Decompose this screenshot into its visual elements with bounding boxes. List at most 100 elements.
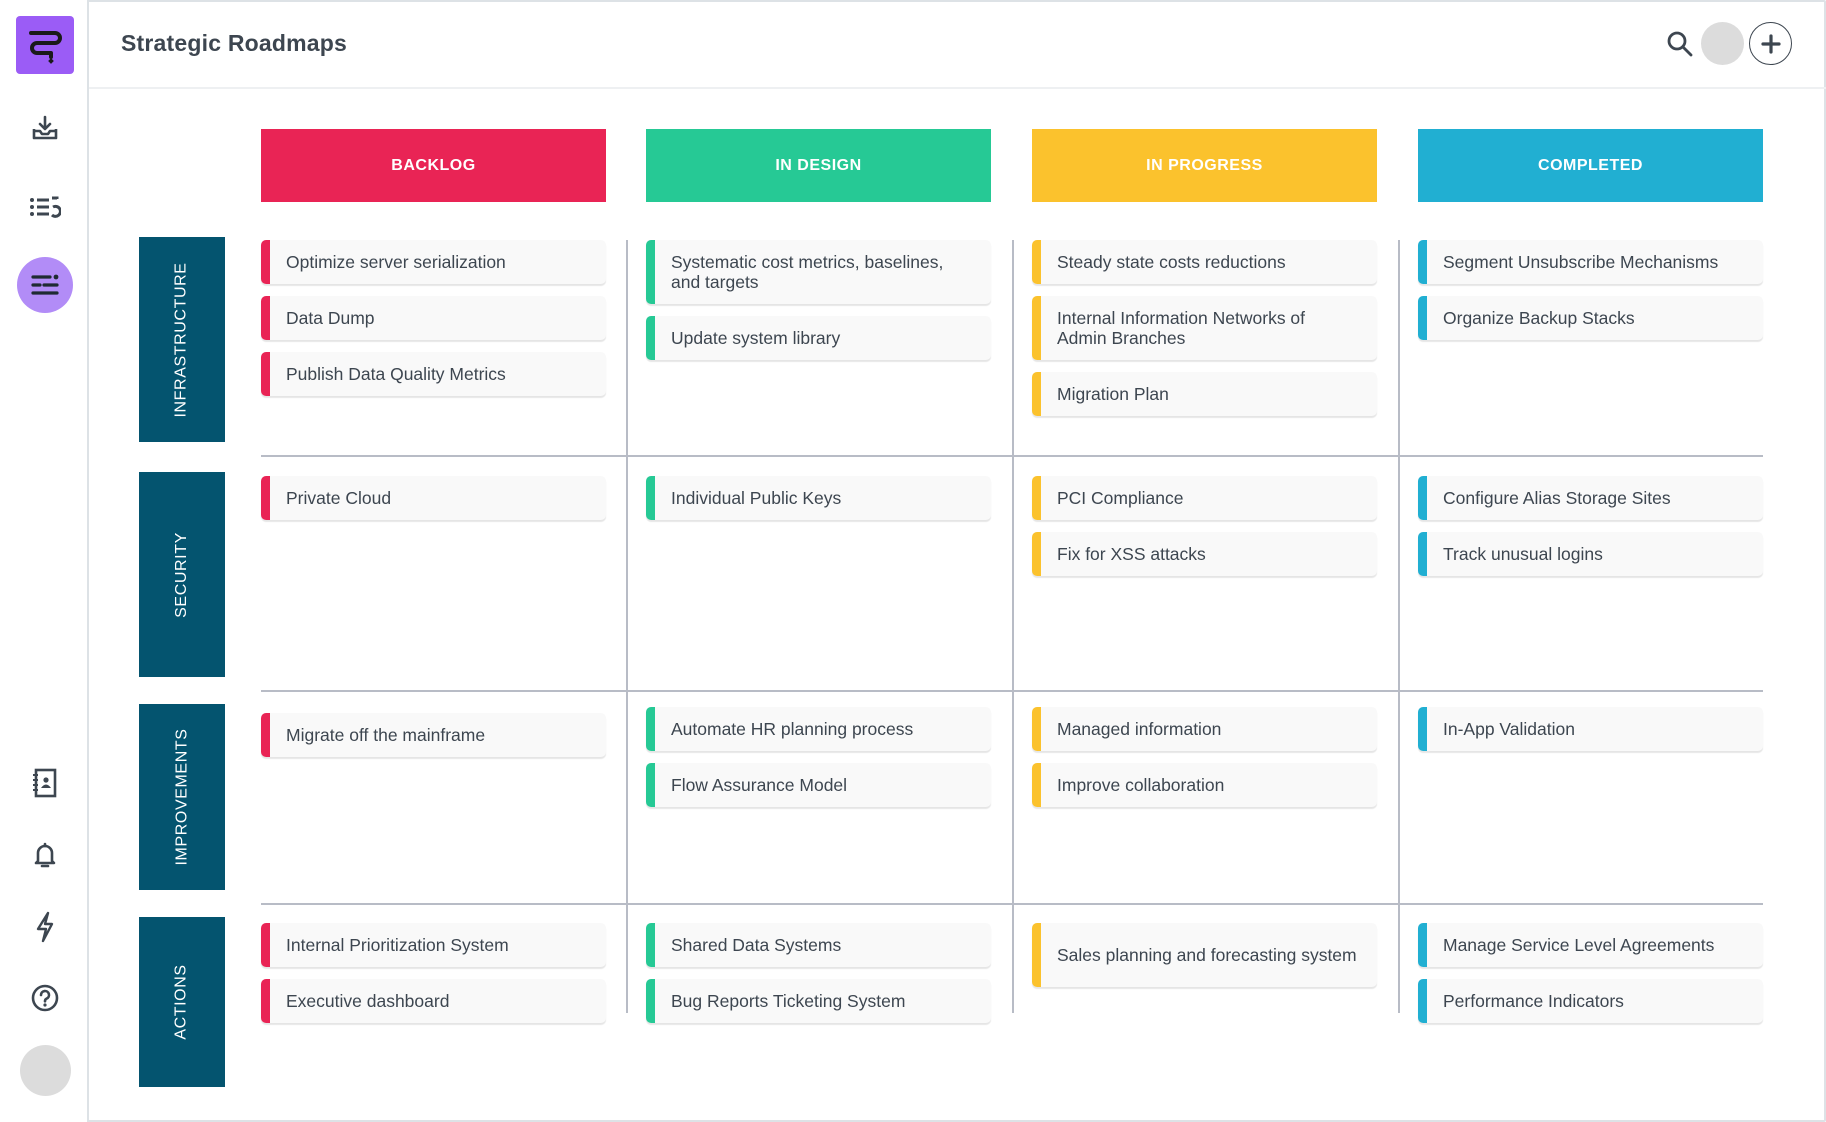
card-title: Segment Unsubscribe Mechanisms [1443,252,1719,272]
card-title: Bug Reports Ticketing System [671,991,906,1011]
row-label-text: IMPROVEMENTS [173,728,190,866]
card-title: Internal Prioritization System [286,935,509,955]
row-label-text: INFRASTRUCTURE [173,261,191,418]
column-header-completed[interactable]: COMPLETED [1418,129,1763,202]
user-avatar[interactable] [20,1045,71,1096]
card-title: Performance Indicators [1443,991,1624,1011]
roadmap-card[interactable]: Individual Public Keys [646,476,991,520]
roadmap-card[interactable]: In-App Validation [1418,707,1763,751]
sidebar-item-backlog-list[interactable] [22,184,68,230]
card-title: Flow Assurance Model [671,775,848,795]
roadmap-card[interactable]: Organize Backup Stacks [1418,296,1763,340]
column-header-backlog[interactable]: BACKLOG [261,129,606,202]
top-header: Strategic Roadmaps [89,0,1826,89]
card-title: Publish Data Quality Metrics [286,364,506,384]
roadmap-card[interactable]: Sales planning and forecasting system [1032,923,1377,987]
download-tray-icon [32,115,58,140]
sidebar-item-notifications[interactable] [22,832,68,878]
row-label-text: SECURITY [172,531,190,618]
sidebar-item-help[interactable] [22,975,68,1021]
row-label-improvements[interactable]: IMPROVEMENTS [139,704,225,890]
card-title: Migration Plan [1057,384,1169,404]
column-divider [626,240,628,1013]
column-header-label: IN DESIGN [775,156,862,174]
roadmap-lines-icon [31,274,59,295]
card-title: Private Cloud [286,488,392,508]
card-title: Steady state costs reductions [1057,252,1286,272]
column-header-in-progress[interactable]: IN PROGRESS [1032,129,1377,202]
roadmap-card[interactable]: Fix for XSS attacks [1032,532,1377,576]
app-logo[interactable] [16,16,74,74]
roadmap-card[interactable]: Manage Service Level Agreements [1418,923,1763,967]
question-circle-icon [31,984,59,1012]
card-title: Systematic cost metrics, baselines, and … [671,252,944,292]
sidebar [0,0,89,1122]
sidebar-item-contacts[interactable] [22,760,68,806]
roadmap-card[interactable]: Managed information [1032,707,1377,751]
roadmap-card[interactable]: Automate HR planning process [646,707,991,751]
list-undo-icon [30,196,61,218]
roadmap-card[interactable]: Segment Unsubscribe Mechanisms [1418,240,1763,284]
search-icon [1667,31,1693,57]
sidebar-item-roadmaps[interactable] [17,257,73,313]
card-title: Automate HR planning process [671,719,914,739]
roadmap-card[interactable]: Improve collaboration [1032,763,1377,807]
card-title: Update system library [671,328,841,348]
roadmap-card[interactable]: Bug Reports Ticketing System [646,979,991,1023]
column-header-label: BACKLOG [391,156,476,174]
card-title: Fix for XSS attacks [1057,544,1206,564]
sidebar-item-activity[interactable] [22,904,68,950]
card-title: Manage Service Level Agreements [1443,935,1715,955]
card-title: Track unusual logins [1443,544,1603,564]
address-book-icon [33,768,57,798]
card-title: Shared Data Systems [671,935,842,955]
column-header-label: COMPLETED [1538,156,1643,174]
card-title: Configure Alias Storage Sites [1443,488,1671,508]
add-button[interactable] [1749,22,1792,65]
sidebar-item-import[interactable] [22,105,68,151]
roadmap-card[interactable]: Track unusual logins [1418,532,1763,576]
roadmap-card[interactable]: Steady state costs reductions [1032,240,1377,284]
card-title: Sales planning and forecasting system [1057,945,1357,965]
card-title: PCI Compliance [1057,488,1184,508]
roadmap-card[interactable]: Update system library [646,316,991,360]
column-header-label: IN PROGRESS [1146,156,1263,174]
card-title: Improve collaboration [1057,775,1225,795]
roadmap-card[interactable]: Executive dashboard [261,979,606,1023]
column-divider [1398,240,1400,1013]
roadmap-card[interactable]: Performance Indicators [1418,979,1763,1023]
roadmap-card[interactable]: Internal Prioritization System [261,923,606,967]
roadmap-card[interactable]: Systematic cost metrics, baselines, and … [646,240,991,304]
page-title: Strategic Roadmaps [121,30,347,56]
row-label-security[interactable]: SECURITY [139,472,225,677]
roadmap-card[interactable]: Data Dump [261,296,606,340]
roadmap-card[interactable]: Migrate off the mainframe [261,713,606,757]
roadmap-card[interactable]: Shared Data Systems [646,923,991,967]
roadmap-card[interactable]: Optimize server serialization [261,240,606,284]
card-title: Migrate off the mainframe [286,725,486,745]
roadmap-card[interactable]: Publish Data Quality Metrics [261,352,606,396]
column-divider [1012,240,1014,1013]
roadmap-card[interactable]: Private Cloud [261,476,606,520]
lightning-icon [36,911,54,943]
card-title: In-App Validation [1443,719,1575,739]
card-title: Managed information [1057,719,1222,739]
card-title: Optimize server serialization [286,252,506,272]
row-label-infrastructure[interactable]: INFRASTRUCTURE [139,237,225,442]
search-button[interactable] [1664,28,1696,60]
card-title: Organize Backup Stacks [1443,308,1635,328]
roadmap-card[interactable]: Internal Information Networks of Admin B… [1032,296,1377,360]
card-title: Individual Public Keys [671,488,842,508]
roadmap-card[interactable]: Migration Plan [1032,372,1377,416]
roadmap-card[interactable]: Configure Alias Storage Sites [1418,476,1763,520]
card-title: Data Dump [286,308,375,328]
column-header-in-design[interactable]: IN DESIGN [646,129,991,202]
roadmap-card[interactable]: PCI Compliance [1032,476,1377,520]
plus-icon [1760,33,1781,54]
header-avatar[interactable] [1701,22,1744,65]
row-label-actions[interactable]: ACTIONS [139,917,225,1087]
roadmap-card[interactable]: Flow Assurance Model [646,763,991,807]
bell-icon [34,842,56,868]
row-label-text: ACTIONS [172,964,190,1040]
roadmap-logo-icon [29,31,62,64]
